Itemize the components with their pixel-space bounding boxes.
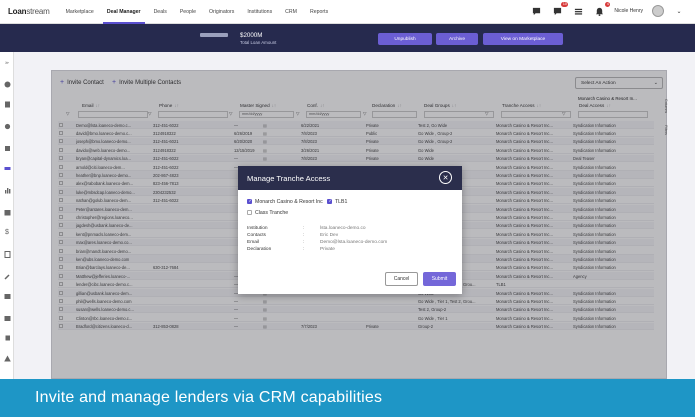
top-navigation-bar: Loanstream Marketplace Deal Manager Deal… xyxy=(0,0,695,24)
avatar[interactable] xyxy=(652,5,664,17)
total-loan-amount-label: Total Loan Amount xyxy=(240,40,277,45)
info-icon[interactable] xyxy=(3,80,11,88)
chart-icon[interactable] xyxy=(3,186,11,194)
contacts-value: Eric Dev xyxy=(320,233,339,238)
nav-marketplace[interactable]: Marketplace xyxy=(66,9,94,15)
tranche-checkbox-monarch[interactable] xyxy=(247,198,252,204)
manage-tranche-access-modal: Manage Tranche Access ✕ Monarch Casino &… xyxy=(238,166,462,294)
documents-icon[interactable] xyxy=(3,100,11,108)
tranche-label-class: Class Tranche xyxy=(255,210,289,216)
modal-title: Manage Tranche Access xyxy=(247,174,331,183)
nav-deals[interactable]: Deals xyxy=(154,9,167,15)
nav-people[interactable]: People xyxy=(180,9,196,15)
contacts-sep: : xyxy=(303,233,305,238)
email-sep: : xyxy=(303,240,305,245)
contacts-icon[interactable] xyxy=(3,164,11,172)
dollar-icon[interactable]: $ xyxy=(3,228,11,236)
nav-originators[interactable]: Originators xyxy=(209,9,234,15)
settings-icon[interactable] xyxy=(3,122,11,130)
copy-icon[interactable] xyxy=(3,334,11,342)
files-icon[interactable] xyxy=(3,144,11,152)
nav-reports[interactable]: Reports xyxy=(310,9,328,15)
declaration-sep: : xyxy=(303,247,305,252)
declaration-value: Private xyxy=(320,247,335,252)
declaration-label: Declaration xyxy=(247,247,272,252)
storage-icon[interactable] xyxy=(3,292,11,300)
nav-crm[interactable]: CRM xyxy=(285,9,297,15)
cancel-button[interactable]: Cancel xyxy=(385,272,418,286)
institution-sep: : xyxy=(303,226,305,231)
user-name[interactable]: Nicole Henry xyxy=(614,8,643,14)
left-sidebar: ≫ $ xyxy=(0,52,14,379)
menu-icon[interactable] xyxy=(572,5,584,17)
notifications-badge: 4 xyxy=(605,2,611,7)
warning-icon[interactable] xyxy=(3,354,11,362)
modal-header: Manage Tranche Access ✕ xyxy=(238,166,462,190)
tranche-checkbox-class[interactable] xyxy=(247,210,252,215)
email-label: Email xyxy=(247,240,259,245)
collapse-sidebar-icon[interactable]: ≫ xyxy=(3,58,11,66)
bell-icon[interactable]: 4 xyxy=(593,2,611,17)
chevron-down-icon[interactable]: ⌄ xyxy=(673,5,685,17)
total-loan-amount: $2000M xyxy=(240,32,263,39)
close-icon[interactable]: ✕ xyxy=(439,171,452,184)
inbox-icon[interactable] xyxy=(3,314,11,322)
view-on-marketplace-button[interactable]: View on Marketplace xyxy=(483,33,563,45)
tranche-label-tlb1: TLB1 xyxy=(335,199,348,205)
email-value: Demo@lsta.loaneco-demo.com xyxy=(320,240,388,245)
report-icon[interactable] xyxy=(3,250,11,258)
calendar-icon[interactable] xyxy=(3,208,11,216)
unpublish-button[interactable]: Unpublish xyxy=(378,33,432,45)
deal-header: $2000M Total Loan Amount Unpublish Archi… xyxy=(0,24,695,52)
institution-value: lsta.loaneco-demo.co xyxy=(320,226,366,231)
institution-label: Institution xyxy=(247,226,268,231)
archive-button[interactable]: Archive xyxy=(436,33,478,45)
chat-icon[interactable] xyxy=(530,5,542,17)
contacts-label: Contacts xyxy=(247,233,266,238)
caption-banner: Invite and manage lenders via CRM capabi… xyxy=(0,379,695,417)
tranche-checkbox-tlb1[interactable] xyxy=(327,198,332,204)
deal-tab-indicator xyxy=(200,33,228,37)
submit-button[interactable]: Submit xyxy=(423,272,456,286)
gavel-icon[interactable] xyxy=(3,272,11,280)
nav-institutions[interactable]: Institutions xyxy=(247,9,272,15)
messages-icon[interactable]: 10 xyxy=(551,2,569,17)
nav-deal-manager[interactable]: Deal Manager xyxy=(102,9,145,24)
tranche-label-monarch: Monarch Casino & Resort Inc xyxy=(255,199,323,205)
messages-badge: 10 xyxy=(561,2,569,7)
app-logo[interactable]: Loanstream xyxy=(8,7,50,16)
